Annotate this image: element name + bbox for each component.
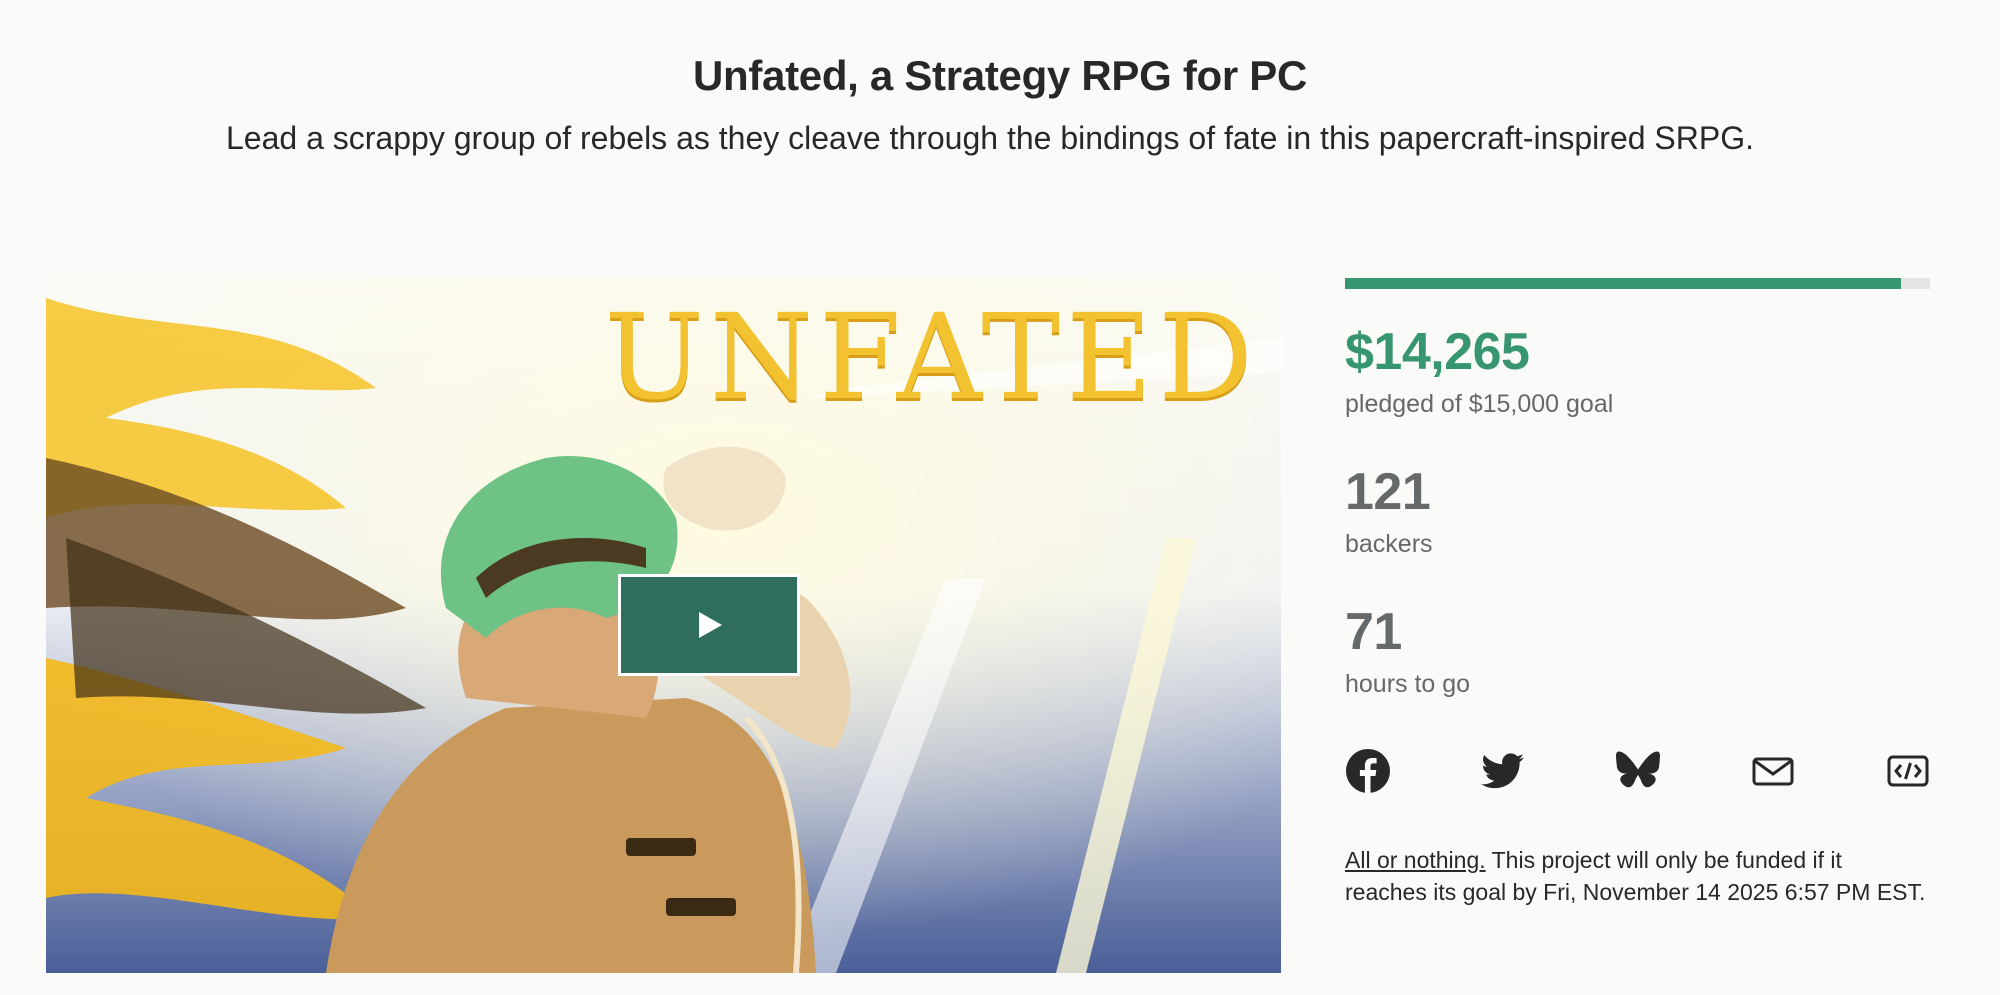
project-title: Unfated, a Strategy RPG for PC	[692, 52, 1308, 99]
project-blurb: Lead a scrappy group of rebels as they c…	[226, 120, 1754, 156]
bluesky-icon[interactable]	[1615, 748, 1661, 794]
all-or-nothing-note: All or nothing. This project will only b…	[1345, 844, 1930, 908]
game-logo: UNFATED	[604, 288, 1259, 426]
facebook-icon[interactable]	[1345, 748, 1391, 794]
all-or-nothing-link[interactable]: All or nothing.	[1345, 847, 1486, 873]
time-left-label: hours to go	[1345, 670, 1471, 698]
time-left-count: 71	[1345, 603, 1402, 661]
funding-progress-bar	[1345, 278, 1930, 289]
pledged-goal-label: pledged of $15,000 goal	[1345, 390, 1614, 418]
backers-label: backers	[1345, 530, 1433, 558]
funding-progress-fill	[1345, 278, 1902, 289]
pledged-amount: $14,265	[1345, 323, 1530, 381]
share-bar	[1345, 748, 1930, 798]
backers-count: 121	[1345, 463, 1431, 521]
play-video-button[interactable]	[618, 574, 800, 676]
embed-icon[interactable]	[1885, 748, 1931, 794]
play-icon	[699, 612, 722, 638]
email-icon[interactable]	[1750, 748, 1796, 794]
project-video[interactable]: UNFATED	[46, 278, 1281, 973]
twitter-icon[interactable]	[1480, 748, 1526, 794]
